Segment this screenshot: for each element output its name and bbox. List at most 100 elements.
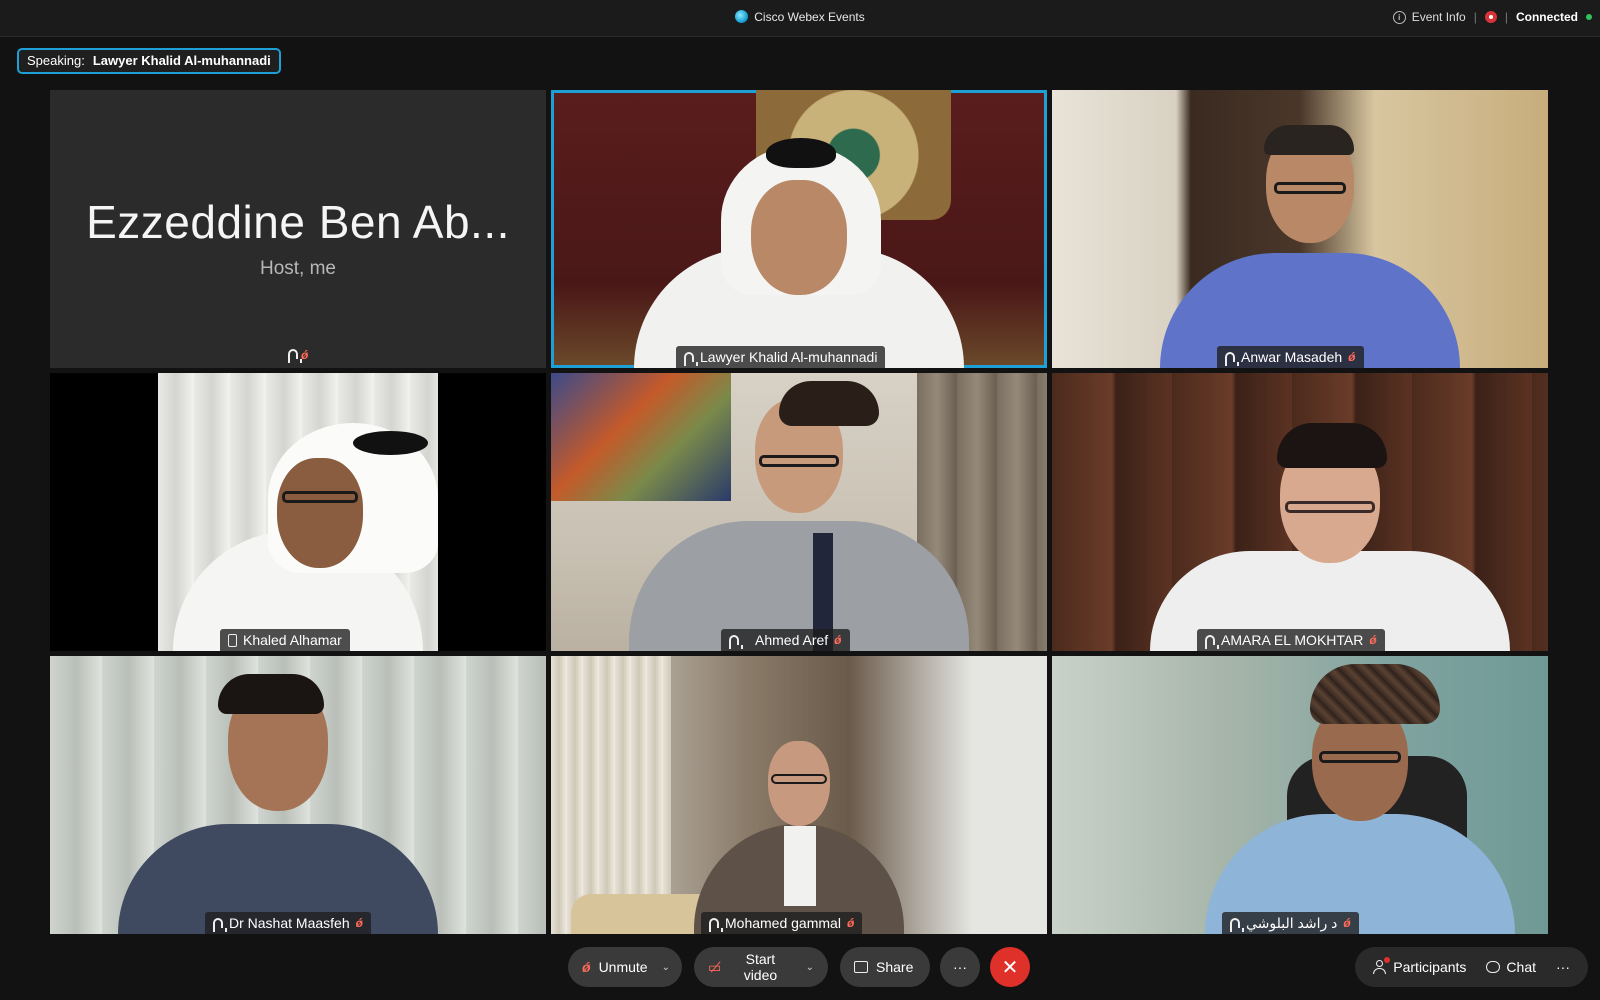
participants-icon — [1373, 957, 1391, 974]
glasses — [759, 455, 839, 467]
participant-name: Lawyer Khalid Al-muhannadi — [700, 349, 878, 365]
participant-nametag: Anwar Masadeh ǿ — [1217, 346, 1364, 368]
close-icon: ✕ — [1001, 957, 1019, 979]
host-subtitle: Host, me — [259, 258, 337, 279]
muted-mic-icon: ǿ — [1369, 633, 1377, 647]
video-tile[interactable]: Mohamed gammal ǿ — [551, 656, 1047, 934]
host-name: Ezzeddine Ben Ab... — [86, 196, 510, 248]
video-off-icon: ▭̸ — [708, 958, 722, 975]
start-video-button[interactable]: ▭̸ Start video ⌄ — [694, 947, 828, 987]
muted-mic-icon: ǿ — [846, 916, 855, 930]
share-button[interactable]: Share — [840, 947, 930, 987]
video-tile[interactable]: Dr Nashat Maasfeh ǿ — [50, 656, 546, 934]
participants-label: Participants — [1393, 959, 1467, 975]
glasses — [771, 774, 827, 784]
window-blinds — [551, 656, 671, 934]
hair — [779, 381, 879, 426]
participant-name: د راشد البلوشي — [1246, 915, 1338, 931]
host-status-icons: ǿ — [50, 348, 546, 363]
headset-icon — [1205, 635, 1219, 649]
participants-button[interactable]: Participants — [1363, 947, 1476, 987]
overflow-menu-button[interactable]: ··· — [1546, 947, 1580, 987]
info-icon: i — [1392, 10, 1406, 24]
muted-mic-icon: ǿ — [301, 348, 309, 362]
chevron-down-icon[interactable]: ⌄ — [806, 962, 814, 973]
wall-painting — [551, 373, 731, 501]
connection-status: Connected — [1515, 10, 1578, 24]
host-tile[interactable]: Ezzeddine Ben Ab... Host, me ǿ — [50, 90, 546, 368]
panel-controls: Participants Chat ··· — [1355, 947, 1588, 987]
participant-nametag: Ahmed Aref ǿ — [721, 629, 850, 651]
participant-nametag: AMARA EL MOKHTAR ǿ — [1197, 629, 1385, 651]
headset-icon — [684, 352, 698, 366]
app-title: Cisco Webex Events — [0, 10, 1600, 24]
video-tile[interactable]: Khaled Alhamar — [50, 373, 546, 651]
video-feed — [158, 373, 438, 651]
overflow-label: ··· — [1556, 959, 1570, 975]
participant-name: Ahmed Aref — [755, 632, 829, 648]
agal — [766, 138, 836, 168]
muted-mic-icon: ǿ — [1343, 916, 1351, 930]
participant-name: Khaled Alhamar — [243, 632, 342, 648]
event-info-label: Event Info — [1411, 10, 1466, 24]
chat-label: Chat — [1506, 959, 1536, 975]
video-tile[interactable]: Lawyer Khalid Al-muhannadi — [551, 90, 1047, 368]
share-icon — [854, 961, 868, 973]
event-info-button[interactable]: i Event Info — [1392, 10, 1466, 24]
glasses — [282, 491, 359, 503]
participant-nametag: Dr Nashat Maasfeh ǿ — [205, 912, 371, 934]
glasses — [1284, 501, 1375, 513]
titlebar-status: i Event Info | | Connected — [1392, 10, 1592, 24]
video-tile[interactable]: Anwar Masadeh ǿ — [1052, 90, 1548, 368]
separator: | — [1504, 10, 1508, 24]
phone-icon — [228, 633, 237, 647]
chevron-down-icon[interactable]: ⌄ — [662, 962, 670, 973]
participant-name: AMARA EL MOKHTAR — [1221, 632, 1364, 648]
participant-nametag: د راشد البلوشي ǿ — [1222, 912, 1359, 934]
headset-icon — [729, 635, 743, 649]
participant-nametag: Mohamed gammal ǿ — [701, 912, 863, 934]
headset-icon — [1230, 918, 1244, 932]
video-tile[interactable]: د راشد البلوشي ǿ — [1052, 656, 1548, 934]
share-label: Share — [876, 959, 914, 975]
person-head — [751, 180, 847, 295]
video-tile[interactable]: Ahmed Aref ǿ — [551, 373, 1047, 651]
recording-icon — [1484, 11, 1497, 23]
more-options-button[interactable]: ··· — [940, 947, 980, 987]
speaking-label: Speaking: — [27, 53, 85, 68]
webex-logo-icon — [735, 10, 749, 23]
video-grid: Ezzeddine Ben Ab... Host, me ǿ Lawyer Kh… — [50, 90, 1550, 935]
separator: | — [1473, 10, 1477, 24]
hair — [1277, 423, 1387, 468]
title-bar: Cisco Webex Events i Event Info | | Conn… — [0, 0, 1600, 37]
chat-button[interactable]: Chat — [1476, 947, 1546, 987]
connection-status-dot-icon — [1586, 14, 1592, 20]
muted-mic-icon: ǿ — [355, 916, 363, 930]
video-tile[interactable]: AMARA EL MOKHTAR ǿ — [1052, 373, 1548, 651]
participant-name: Dr Nashat Maasfeh — [229, 915, 350, 931]
hair — [1264, 125, 1354, 155]
speaking-name: Lawyer Khalid Al-muhannadi — [92, 53, 271, 68]
participant-nametag: Lawyer Khalid Al-muhannadi — [676, 346, 886, 368]
shirt — [784, 826, 816, 906]
glasses — [1273, 182, 1346, 194]
person-head — [277, 458, 364, 568]
muted-mic-icon: ǿ — [582, 959, 591, 975]
headset-icon — [709, 918, 723, 932]
participant-name: Mohamed gammal — [725, 915, 841, 931]
agal — [353, 431, 428, 455]
participant-nametag: Khaled Alhamar — [220, 629, 350, 651]
app-title-text: Cisco Webex Events — [754, 10, 865, 24]
muted-mic-icon: ǿ — [1348, 350, 1356, 364]
hair — [218, 674, 324, 714]
participant-name: Anwar Masadeh — [1241, 349, 1343, 365]
start-video-label: Start video — [743, 951, 778, 983]
speaking-indicator: Speaking: Lawyer Khalid Al-muhannadi — [17, 48, 281, 74]
meeting-controls: ǿ Unmute ⌄ ▭̸ Start video ⌄ Share ··· ✕ … — [0, 940, 1600, 1000]
headset-icon — [287, 349, 302, 363]
glasses — [1318, 751, 1401, 763]
notification-dot — [1384, 957, 1391, 963]
muted-mic-icon: ǿ — [834, 633, 842, 647]
unmute-button[interactable]: ǿ Unmute ⌄ — [568, 947, 682, 987]
leave-meeting-button[interactable]: ✕ — [990, 947, 1030, 987]
